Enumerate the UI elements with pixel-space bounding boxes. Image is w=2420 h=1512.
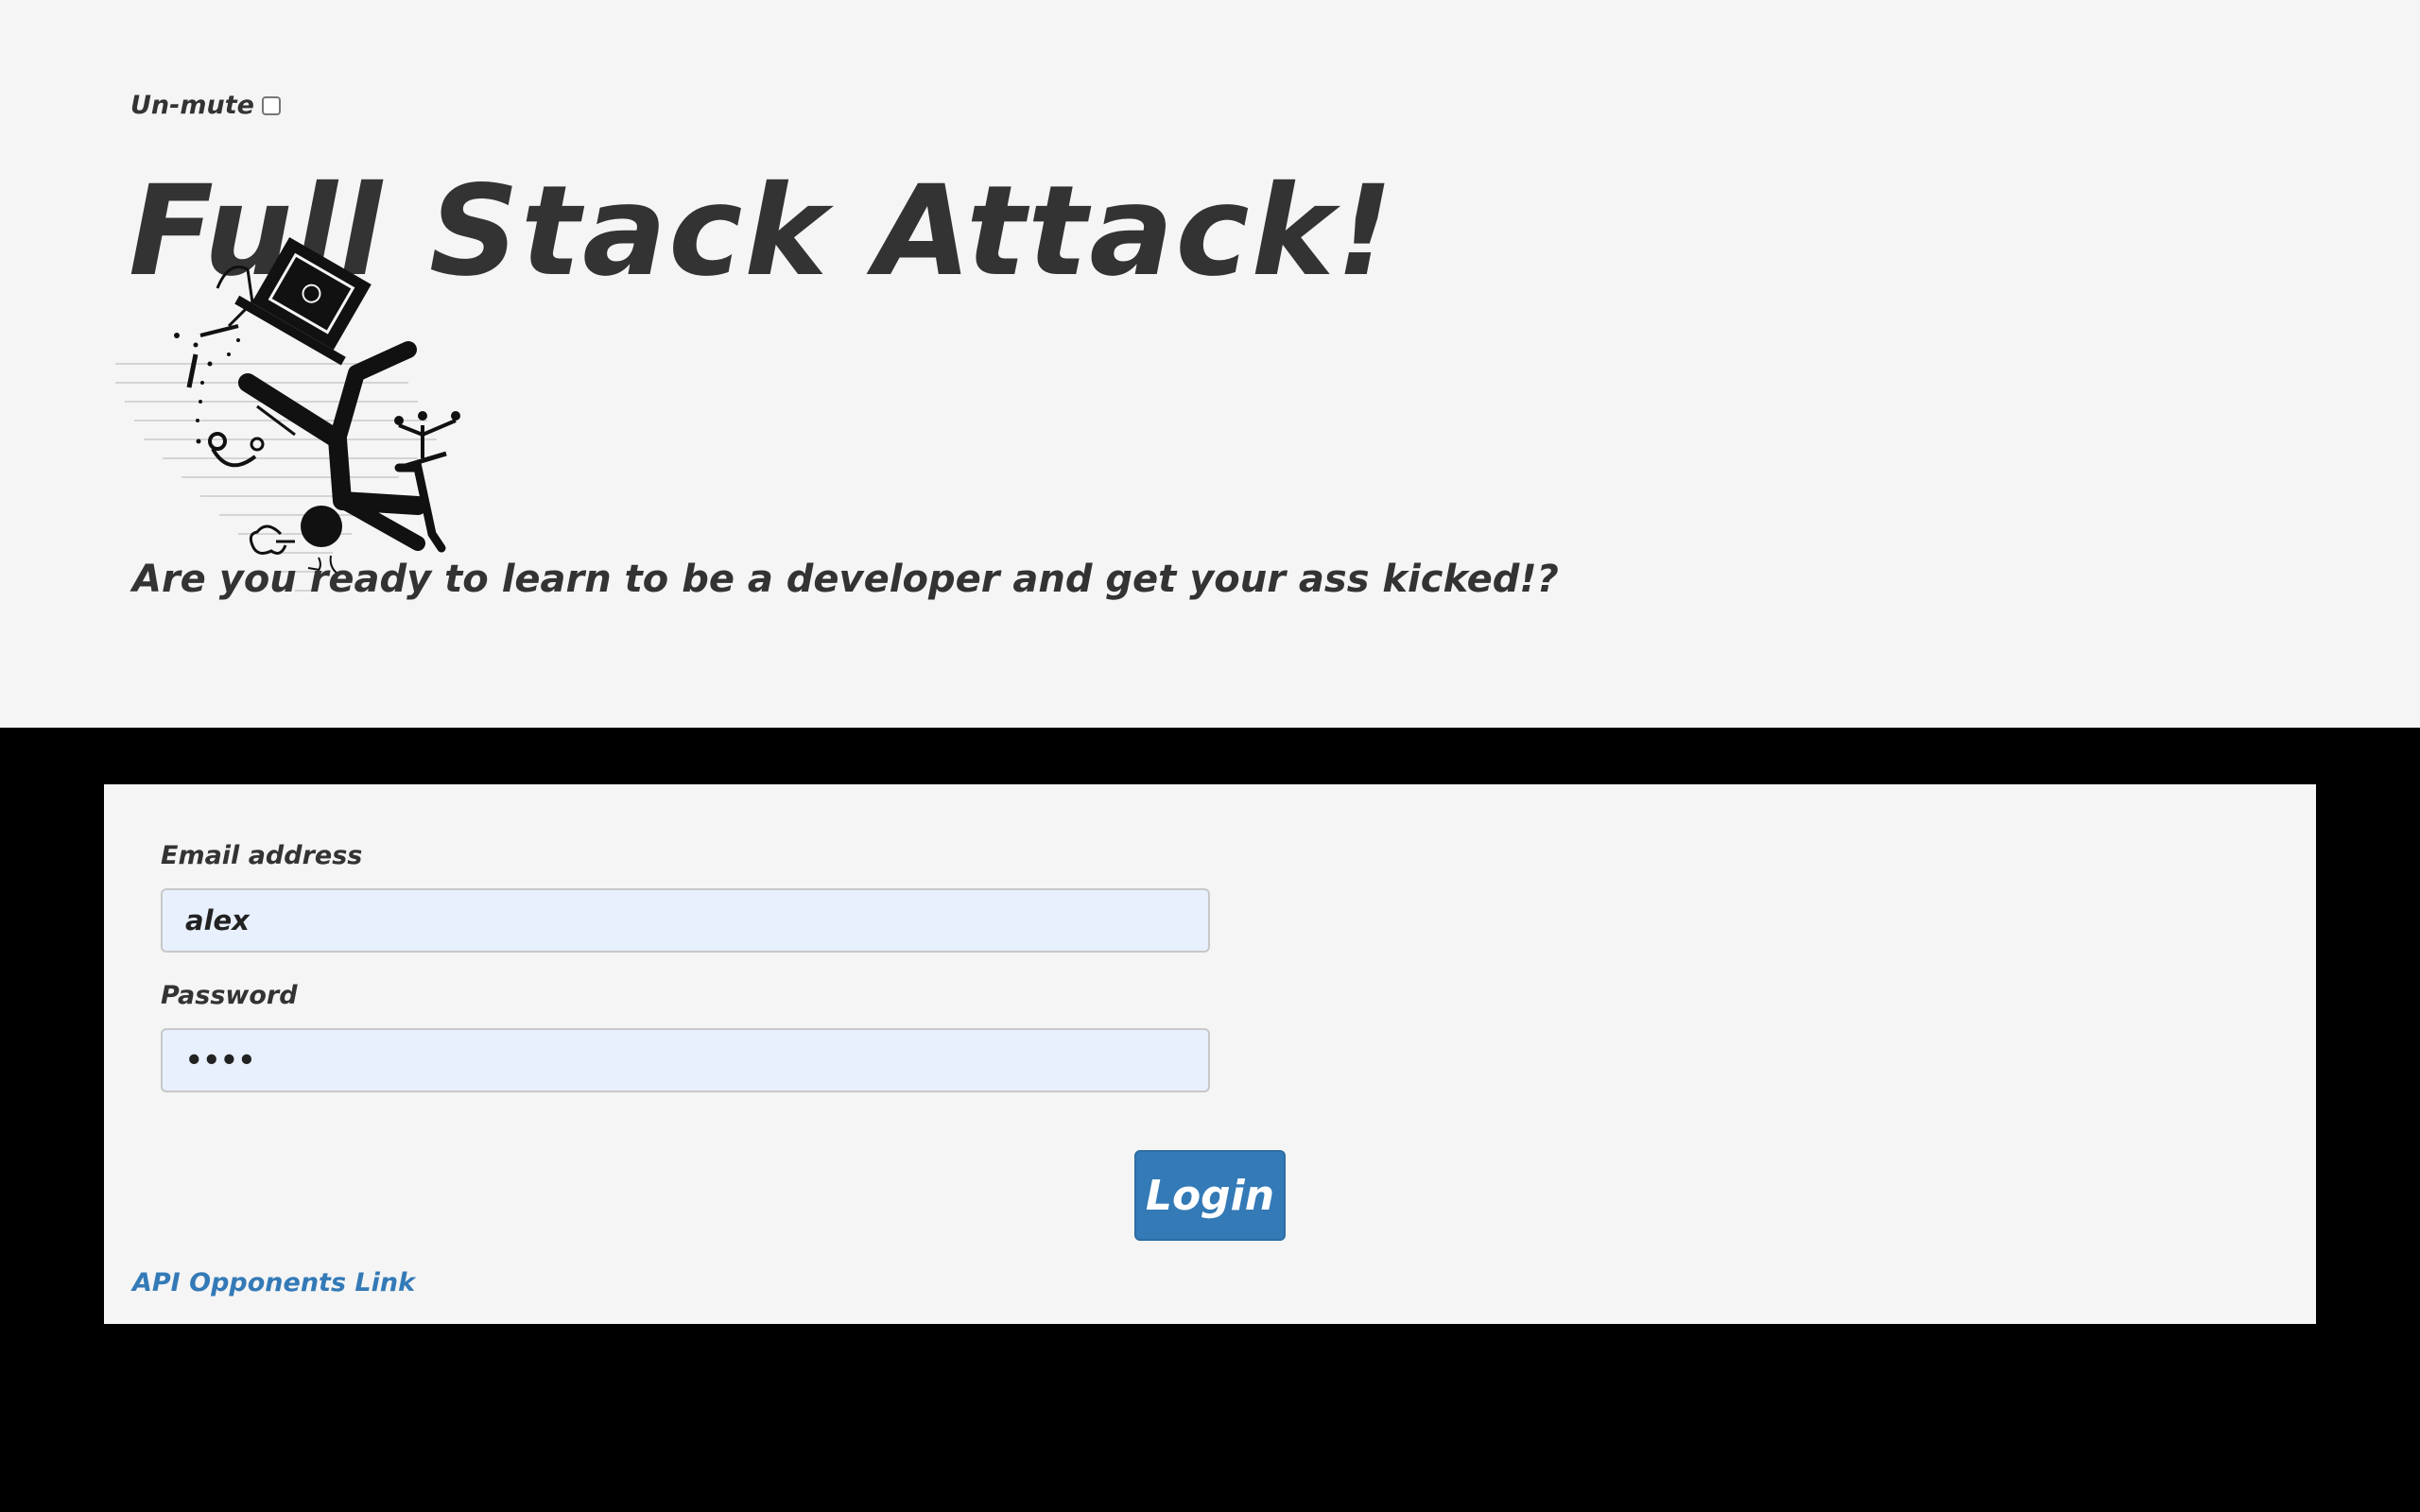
- email-field[interactable]: [161, 888, 1210, 953]
- unmute-toggle[interactable]: Un-mute: [130, 91, 281, 120]
- password-label: Password: [161, 981, 298, 1010]
- login-panel: Email address Password Login API Opponen…: [104, 784, 2316, 1324]
- unmute-checkbox[interactable]: [261, 95, 281, 115]
- email-label: Email address: [161, 841, 363, 870]
- header-area: Un-mute Full Stack Attack! Are you ready…: [0, 0, 2420, 728]
- tagline: Are you ready to learn to be a developer…: [132, 558, 1559, 601]
- login-button[interactable]: Login: [1134, 1150, 1286, 1241]
- api-opponents-link[interactable]: API Opponents Link: [132, 1268, 415, 1297]
- password-field[interactable]: [161, 1028, 1210, 1092]
- unmute-label: Un-mute: [130, 91, 254, 120]
